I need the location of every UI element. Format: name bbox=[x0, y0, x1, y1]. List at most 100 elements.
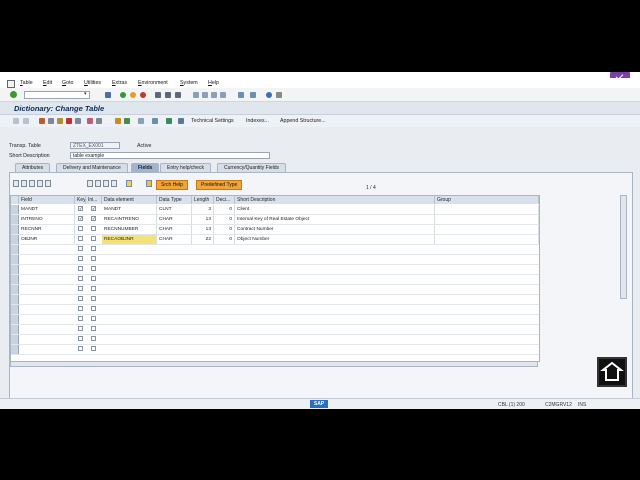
print-icon[interactable] bbox=[155, 92, 161, 98]
menu-table[interactable]: Table bbox=[20, 80, 33, 86]
tab-entry-help-check[interactable]: Entry help/check bbox=[160, 163, 211, 172]
initial-values-checkbox[interactable] bbox=[91, 316, 96, 321]
data-element-cell[interactable]: RECAINTRENO bbox=[102, 215, 157, 224]
contents-icon[interactable] bbox=[166, 118, 172, 124]
table-row[interactable]: RECNNR RECNNUMBER CHAR 13 0 Contract Num… bbox=[11, 225, 539, 235]
row-selector[interactable] bbox=[11, 245, 19, 254]
row-selector[interactable] bbox=[11, 225, 19, 234]
back-arrow-icon[interactable] bbox=[13, 118, 19, 124]
search-help-icon[interactable] bbox=[146, 180, 152, 187]
initial-values-checkbox[interactable] bbox=[91, 256, 96, 261]
append-structure-button[interactable]: Append Structure... bbox=[280, 118, 326, 124]
row-selector[interactable] bbox=[11, 255, 19, 264]
empty-row[interactable] bbox=[11, 275, 539, 285]
initial-values-checkbox[interactable] bbox=[91, 236, 96, 241]
field-name-cell[interactable]: RECNNR bbox=[19, 225, 75, 234]
initial-values-checkbox[interactable] bbox=[91, 326, 96, 331]
key-checkbox[interactable]: ✓ bbox=[78, 206, 83, 211]
row-selector[interactable] bbox=[11, 215, 19, 224]
group-cell[interactable] bbox=[435, 225, 539, 234]
table-row[interactable]: OBJNR RECAOBJNR CHAR 22 0 Object Number bbox=[11, 235, 539, 245]
column-header-field[interactable]: Field bbox=[19, 196, 75, 204]
table-row[interactable]: MANDT ✓ ✓ MANDT CLNT 3 0 Client bbox=[11, 205, 539, 215]
enter-icon[interactable] bbox=[10, 91, 17, 98]
system-menu-icon[interactable] bbox=[7, 80, 15, 88]
column-header-decimals[interactable]: Deci... bbox=[214, 196, 235, 204]
new-session-icon[interactable] bbox=[238, 92, 244, 98]
insert-mode[interactable]: INS bbox=[578, 402, 586, 408]
key-checkbox[interactable] bbox=[78, 336, 83, 341]
initial-values-checkbox[interactable] bbox=[91, 276, 96, 281]
empty-row[interactable] bbox=[11, 325, 539, 335]
vertical-scrollbar[interactable] bbox=[620, 195, 627, 299]
copy-row-icon[interactable] bbox=[21, 180, 27, 187]
tab-fields[interactable]: Fields bbox=[131, 163, 160, 172]
row-selector[interactable] bbox=[11, 325, 19, 334]
menu-environment[interactable]: Environment bbox=[138, 80, 168, 86]
initial-values-checkbox[interactable] bbox=[91, 306, 96, 311]
activate-icon[interactable] bbox=[66, 118, 72, 124]
include-icon[interactable] bbox=[95, 180, 101, 187]
menu-utilities[interactable]: Utilities bbox=[84, 80, 101, 86]
display-change-icon[interactable] bbox=[39, 118, 45, 124]
row-selector[interactable] bbox=[11, 205, 19, 214]
group-cell[interactable] bbox=[435, 235, 539, 244]
row-selector[interactable] bbox=[11, 305, 19, 314]
find-icon[interactable] bbox=[165, 92, 171, 98]
key-checkbox[interactable] bbox=[78, 306, 83, 311]
srch-help-button[interactable]: Srch Help bbox=[156, 180, 188, 190]
cut-row-icon[interactable] bbox=[13, 180, 19, 187]
data-element-cell[interactable]: RECAOBJNR bbox=[102, 235, 157, 244]
column-header-group[interactable]: Group bbox=[435, 196, 539, 204]
predefined-type-button[interactable]: Predefined Type bbox=[196, 180, 243, 190]
shortcut-icon[interactable] bbox=[250, 92, 256, 98]
key-icon[interactable] bbox=[126, 180, 132, 187]
empty-row[interactable] bbox=[11, 345, 539, 355]
initial-values-checkbox[interactable] bbox=[91, 346, 96, 351]
empty-row[interactable] bbox=[11, 305, 539, 315]
built-in-type-icon[interactable] bbox=[87, 180, 93, 187]
key-checkbox[interactable] bbox=[78, 246, 83, 251]
system-info[interactable]: CBL (1) 200 bbox=[498, 402, 525, 408]
back-icon[interactable] bbox=[120, 92, 126, 98]
cancel-icon[interactable] bbox=[140, 92, 146, 98]
display-object-icon[interactable] bbox=[124, 118, 130, 124]
empty-row[interactable] bbox=[11, 335, 539, 345]
initial-values-checkbox[interactable]: ✓ bbox=[91, 216, 96, 221]
group-cell[interactable] bbox=[435, 205, 539, 214]
column-header-key[interactable]: Key bbox=[75, 196, 86, 204]
field-name-cell[interactable]: OBJNR bbox=[19, 235, 75, 244]
delete-row-icon[interactable] bbox=[45, 180, 51, 187]
short-description-field[interactable]: table example bbox=[70, 152, 270, 159]
key-checkbox[interactable] bbox=[78, 236, 83, 241]
paste-row-icon[interactable] bbox=[29, 180, 35, 187]
empty-row[interactable] bbox=[11, 255, 539, 265]
empty-row[interactable] bbox=[11, 245, 539, 255]
last-page-icon[interactable] bbox=[220, 92, 226, 98]
menu-edit[interactable]: Edit bbox=[43, 80, 52, 86]
help-icon[interactable] bbox=[266, 92, 272, 98]
key-checkbox[interactable] bbox=[78, 266, 83, 271]
field-name-cell[interactable]: MANDT bbox=[19, 205, 75, 214]
create-icon[interactable] bbox=[152, 118, 158, 124]
menu-system[interactable]: System bbox=[180, 80, 198, 86]
tab-delivery-maintenance[interactable]: Delivery and Maintenance bbox=[56, 163, 128, 172]
key-checkbox[interactable] bbox=[78, 256, 83, 261]
transp-table-field[interactable]: ZTEX_EX001 bbox=[70, 142, 120, 149]
empty-row[interactable] bbox=[11, 295, 539, 305]
data-element-cell[interactable]: MANDT bbox=[102, 205, 157, 214]
row-selector[interactable] bbox=[11, 345, 19, 354]
collapse-include-icon[interactable] bbox=[111, 180, 117, 187]
column-header-data-element[interactable]: Data element bbox=[102, 196, 157, 204]
exit-icon[interactable] bbox=[130, 92, 136, 98]
empty-row[interactable] bbox=[11, 315, 539, 325]
first-page-icon[interactable] bbox=[193, 92, 199, 98]
initial-values-checkbox[interactable] bbox=[91, 226, 96, 231]
empty-row[interactable] bbox=[11, 265, 539, 275]
row-selector[interactable] bbox=[11, 265, 19, 274]
key-checkbox[interactable] bbox=[78, 346, 83, 351]
menu-goto[interactable]: Goto bbox=[62, 80, 74, 86]
column-header-data-type[interactable]: Data Type bbox=[157, 196, 192, 204]
key-checkbox[interactable] bbox=[78, 316, 83, 321]
empty-row[interactable] bbox=[11, 285, 539, 295]
